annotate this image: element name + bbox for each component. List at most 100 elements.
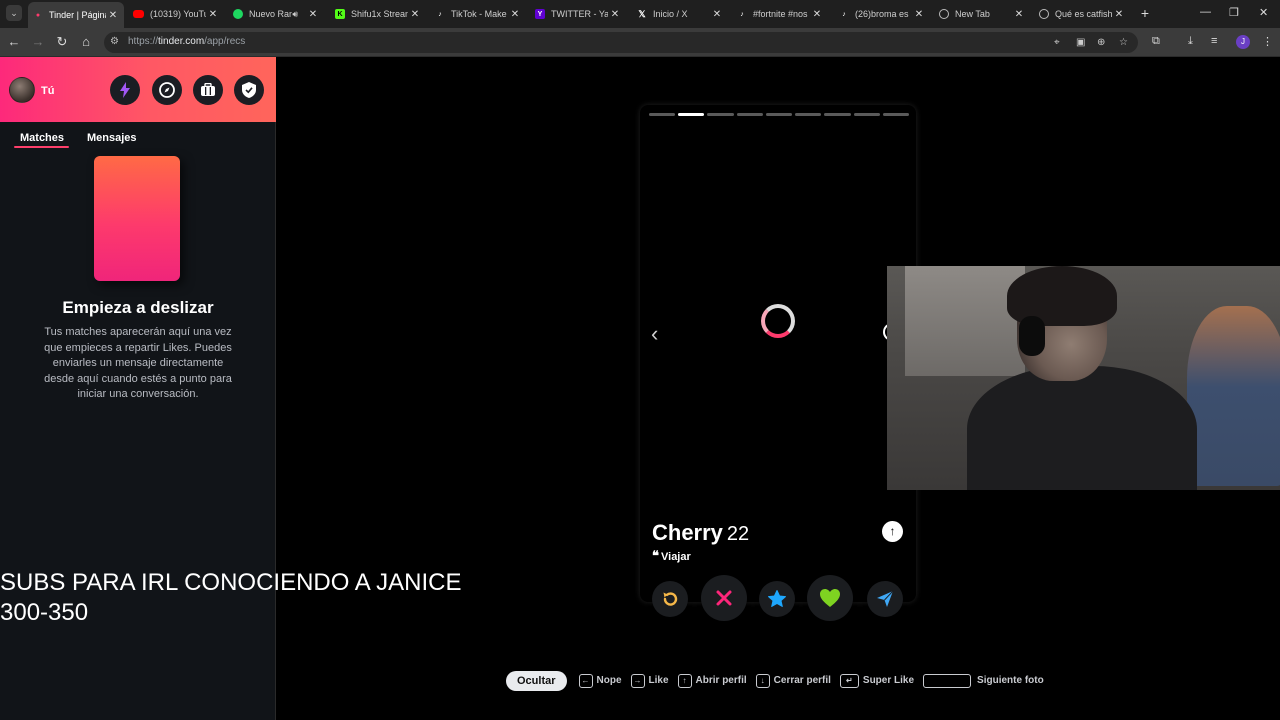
reload-icon[interactable]: ↻ xyxy=(54,34,70,50)
photo-progress-segment[interactable] xyxy=(853,113,880,116)
tiktok-icon: ♪ xyxy=(842,10,846,18)
close-icon[interactable]: ✕ xyxy=(508,9,522,20)
user-name[interactable]: Tú xyxy=(41,85,54,97)
extensions-icon[interactable]: ⧉ xyxy=(1152,35,1160,48)
hint-nope: ← Nope xyxy=(578,673,622,688)
super-like-button[interactable] xyxy=(759,581,795,617)
close-icon[interactable]: ✕ xyxy=(306,9,320,20)
tab-tiktok-fortnite[interactable]: ♪ #fortnite #nos ✕ xyxy=(732,3,828,25)
hint-close-profile: ↓ Cerrar perfil xyxy=(755,673,831,688)
url-path: /app/recs xyxy=(204,36,246,47)
hint-nope-label: Nope xyxy=(596,675,622,686)
new-tab-plus-icon[interactable]: + xyxy=(1137,5,1153,21)
menu-kebab-icon[interactable]: ⋮ xyxy=(1262,35,1273,48)
photo-progress-segment[interactable] xyxy=(765,113,793,116)
profile-name-text: Cherry xyxy=(652,520,723,545)
restore-icon[interactable]: ❐ xyxy=(1229,6,1239,19)
tab-yahoo[interactable]: Y TWITTER - Yah ✕ xyxy=(530,3,626,25)
rewind-icon xyxy=(663,592,678,606)
media-controls-icon[interactable]: ≡ xyxy=(1211,35,1217,47)
browser-toolbar: ← → ↻ ⌂ ⚙ https://tinder.com/app/recs ⌖ … xyxy=(0,28,1280,57)
close-icon[interactable]: ✕ xyxy=(206,9,220,20)
location-pin-icon[interactable]: ⌖ xyxy=(1054,37,1060,48)
globe-icon xyxy=(1039,9,1049,19)
tab-x[interactable]: 𝕏 Inicio / X ✕ xyxy=(632,3,728,25)
install-app-icon[interactable]: ▣ xyxy=(1076,37,1085,48)
close-icon[interactable]: ✕ xyxy=(1012,9,1026,20)
home-icon[interactable]: ⌂ xyxy=(78,34,94,50)
photo-progress-segment[interactable] xyxy=(707,113,734,116)
zoom-icon[interactable]: ⊕ xyxy=(1097,37,1105,48)
profile-avatar[interactable]: J xyxy=(1236,35,1250,49)
url-host: tinder.com xyxy=(158,36,205,47)
tab-tinder[interactable]: ● Tinder | Página ✕ xyxy=(28,2,124,28)
speaker-icon[interactable]: 🔊︎ xyxy=(292,9,298,20)
explore-button[interactable] xyxy=(152,75,182,105)
photo-progress-segment[interactable] xyxy=(882,113,909,116)
previous-photo-chevron-icon[interactable]: ‹ xyxy=(651,321,658,347)
empty-state-description: Tus matches aparecerán aquí una vez que … xyxy=(44,326,232,400)
like-button[interactable] xyxy=(807,575,853,621)
profile-card[interactable]: ‹ Cherry 22 ❝ Viajar ↑ xyxy=(640,105,916,621)
tab-title: Inicio / X xyxy=(653,9,688,19)
photo-progress-segment[interactable] xyxy=(649,113,676,116)
spotify-icon xyxy=(233,9,243,19)
hint-next-photo: Siguiente foto xyxy=(923,673,1044,688)
arrow-up-icon: ↑ xyxy=(889,524,896,538)
left-arrow-key-icon: ← xyxy=(578,673,593,688)
window-close-icon[interactable]: ✕ xyxy=(1259,6,1268,19)
site-settings-icon[interactable]: ⚙ xyxy=(110,36,119,47)
tab-messages[interactable]: Mensajes xyxy=(87,132,137,144)
tab-title: (26)broma es xyxy=(855,9,909,19)
back-arrow-icon[interactable]: ← xyxy=(6,34,22,50)
tab-tiktok[interactable]: ♪ TikTok - Make ✕ xyxy=(430,3,526,25)
download-icon[interactable]: ⤓ xyxy=(1188,35,1193,48)
hint-open-profile: ↑ Abrir perfil xyxy=(677,673,747,688)
hint-next-photo-label: Siguiente foto xyxy=(977,675,1044,686)
close-icon[interactable]: ✕ xyxy=(912,9,926,20)
tab-spotify[interactable]: Nuevo Ran 🔊︎ ✕ xyxy=(228,3,324,25)
close-icon[interactable]: ✕ xyxy=(106,10,120,21)
minimize-icon[interactable]: — xyxy=(1200,6,1211,18)
tab-title: (10319) YouTube xyxy=(150,9,206,19)
photo-progress-segment[interactable] xyxy=(736,113,763,116)
open-profile-button[interactable]: ↑ xyxy=(882,521,903,542)
tab-new-tab[interactable]: New Tab ✕ xyxy=(934,3,1030,25)
close-icon[interactable]: ✕ xyxy=(710,9,724,20)
close-icon[interactable]: ✕ xyxy=(810,9,824,20)
tab-tiktok-broma[interactable]: ♪ (26)broma es ✕ xyxy=(834,3,930,25)
photo-progress-segment[interactable] xyxy=(678,113,705,116)
boost-send-button[interactable] xyxy=(867,581,903,617)
tab-catfish[interactable]: Qué es catfish ✕ xyxy=(1034,3,1130,25)
nope-button[interactable] xyxy=(701,575,747,621)
photo-progress-segment[interactable] xyxy=(795,113,822,116)
profile-tag-text: Viajar xyxy=(661,551,691,563)
work-mode-button[interactable] xyxy=(193,75,223,105)
tab-youtube[interactable]: (10319) YouTube ✕ xyxy=(128,3,224,25)
bookmark-star-icon[interactable]: ☆ xyxy=(1119,37,1128,48)
photo-progress-segment[interactable] xyxy=(824,113,851,116)
forward-arrow-icon[interactable]: → xyxy=(30,34,46,50)
kick-icon: K xyxy=(335,9,345,19)
close-icon[interactable]: ✕ xyxy=(608,9,622,20)
user-avatar[interactable] xyxy=(9,77,35,103)
address-bar[interactable]: ⚙ https://tinder.com/app/recs ⌖ ▣ ⊕ ☆ xyxy=(104,32,1138,53)
briefcase-icon xyxy=(201,83,215,96)
tab-matches[interactable]: Matches xyxy=(20,132,64,144)
hint-super-like-label: Super Like xyxy=(862,675,915,686)
active-tab-indicator xyxy=(14,146,69,148)
sidebar-header: Tú xyxy=(0,57,276,122)
tab-kick[interactable]: K Shifu1x Stream ✕ xyxy=(330,3,426,25)
youtube-icon xyxy=(133,10,144,18)
tab-title: #fortnite #nos xyxy=(753,9,808,19)
hide-shortcuts-button[interactable]: Ocultar xyxy=(506,670,567,691)
safety-center-button[interactable] xyxy=(234,75,264,105)
down-arrow-key-icon: ↓ xyxy=(755,673,770,688)
browser-tab-strip: ⌄ ● Tinder | Página ✕ (10319) YouTube ✕ … xyxy=(0,0,1280,28)
rewind-button[interactable] xyxy=(652,581,688,617)
shield-icon xyxy=(242,82,256,98)
close-icon[interactable]: ✕ xyxy=(1112,9,1126,20)
tab-search-chevron-icon[interactable]: ⌄ xyxy=(6,5,22,21)
close-icon[interactable]: ✕ xyxy=(408,9,422,20)
boost-button[interactable] xyxy=(110,75,140,105)
